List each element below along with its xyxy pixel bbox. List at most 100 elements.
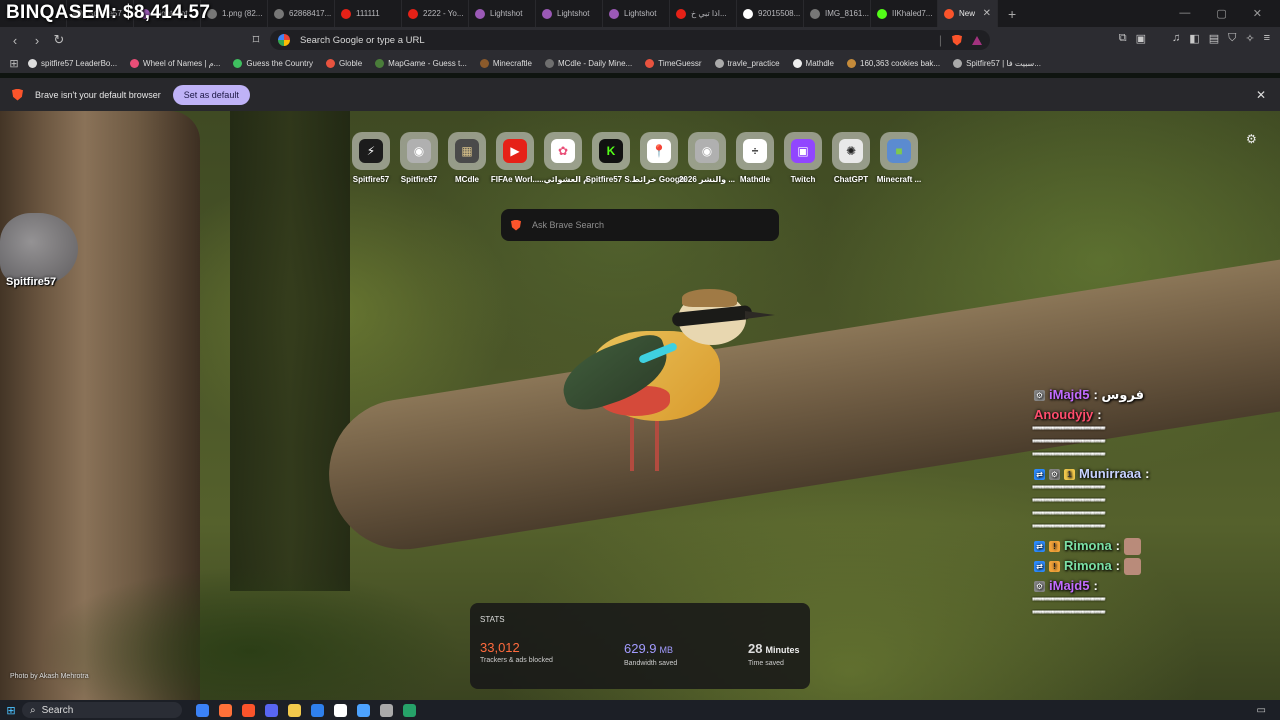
- top-site-tile[interactable]: 📍 خرائط Google: [632, 132, 686, 184]
- top-site-tile[interactable]: ◉ 2026 والنشر ...: [679, 132, 735, 184]
- menu-icon[interactable]: ≡: [1264, 32, 1270, 45]
- vpn-icon[interactable]: ⛉: [1228, 32, 1236, 45]
- brave-shields-icon[interactable]: [952, 34, 962, 46]
- chat-inline-text: :: [1115, 558, 1121, 573]
- top-site-tile[interactable]: K Spitfire57 S...: [586, 132, 636, 184]
- bookmark-item[interactable]: Minecraftle: [479, 58, 532, 68]
- tab[interactable]: IMG_8161...: [804, 0, 871, 27]
- screenshot-icon[interactable]: ▣: [1136, 32, 1146, 45]
- bookmark-item[interactable]: Spitfire57 | سبيت فا...: [953, 58, 1041, 68]
- media-icon[interactable]: ♫: [1172, 32, 1180, 45]
- bookmark-item[interactable]: Guess the Country: [233, 58, 313, 68]
- top-site-tile[interactable]: ■ Minecraft ...: [877, 132, 921, 184]
- set-as-default-button[interactable]: Set as default: [172, 84, 250, 105]
- chat-message-text: ꞌꞌꞌꞌꞌꞌꞌꞌꞌꞌꞌꞌꞌꞌꞌꞌꞌꞌꞌꞌꞌꞌꞌꞌꞌꞌꞌꞌꞌꞌꞌꞌꞌꞌꞌꞌꞌꞌꞌꞌ…: [1032, 498, 1106, 509]
- top-site-tile[interactable]: ÷ Mathdle: [736, 132, 774, 184]
- top-site-tile[interactable]: ✿ ...م العشوائي: [537, 132, 589, 184]
- chat-message-header: ⚙ iMajd5: فروس: [1030, 385, 1280, 405]
- forward-icon[interactable]: ›: [26, 33, 48, 48]
- apps-grid-icon[interactable]: ⊞: [0, 57, 28, 70]
- stream-chat-overlay: ⚙ iMajd5: فروس Anoudyjy: ꞌꞌꞌꞌꞌꞌꞌꞌꞌꞌꞌꞌꞌꞌꞌꞌꞌꞌ…: [1030, 385, 1280, 700]
- leo-ai-icon[interactable]: ✧: [1245, 32, 1254, 45]
- taskbar-search[interactable]: ⌕ Search: [22, 702, 182, 718]
- top-site-tile[interactable]: ⚡ Spitfire57: [352, 132, 390, 184]
- bookmark-item[interactable]: Globle: [326, 58, 362, 68]
- bird-leg: [655, 416, 659, 471]
- tab[interactable]: Lightshot: [536, 0, 603, 27]
- google-icon: [278, 34, 290, 46]
- time-unit: Minutes: [765, 645, 800, 655]
- notification-icon[interactable]: ▭: [1257, 705, 1266, 716]
- bookmark-item[interactable]: MCdle - Daily Mine...: [544, 58, 632, 68]
- bookmark-item[interactable]: travle_practice: [714, 58, 780, 68]
- taskbar-app-icon[interactable]: [357, 703, 370, 717]
- new-tab-button[interactable]: +: [1008, 6, 1016, 22]
- wallet-icon[interactable]: ▤: [1209, 32, 1219, 45]
- avatar: [0, 213, 78, 285]
- top-site-icon: ⚡: [352, 132, 390, 170]
- minimize-icon[interactable]: —: [1179, 7, 1190, 20]
- trackers-desc: Trackers & ads blocked: [480, 657, 553, 664]
- tab[interactable]: IIKhaled7...: [871, 0, 938, 27]
- tab[interactable]: 62868417...: [268, 0, 335, 27]
- top-site-tile[interactable]: ▶ FIFAe Worl...: [491, 132, 539, 184]
- bookmark-item[interactable]: MapGame - Guess t...: [375, 58, 467, 68]
- chat-username: Rimona: [1064, 538, 1112, 553]
- tab-favicon-icon: [609, 8, 619, 19]
- chat-message-header: ⇄ ⚙ 1 Munirraaa:: [1030, 464, 1280, 484]
- back-icon[interactable]: ‹: [4, 33, 26, 48]
- top-site-tile[interactable]: ◉ Spitfire57: [400, 132, 438, 184]
- taskbar-app-icon[interactable]: [403, 703, 416, 717]
- taskbar-app-icon[interactable]: [334, 703, 347, 717]
- trackers-value: 33,012: [480, 640, 520, 655]
- bookmark-item[interactable]: spitfire57 LeaderBo...: [28, 58, 117, 68]
- gear-icon[interactable]: ⚙: [1246, 132, 1257, 146]
- tab[interactable]: Lightshot: [603, 0, 670, 27]
- top-site-tile[interactable]: ✺ ChatGPT: [832, 132, 870, 184]
- taskbar-app-icon[interactable]: [311, 703, 324, 717]
- top-site-tile[interactable]: ▣ Twitch: [784, 132, 822, 184]
- chat-message-header: Anoudyjy:: [1030, 405, 1280, 425]
- bookmark-item[interactable]: Wheel of Names | م...: [130, 58, 220, 68]
- close-window-icon[interactable]: ✕: [1253, 7, 1262, 20]
- taskbar-app-icon[interactable]: [219, 703, 232, 717]
- tab[interactable]: New ✕: [938, 0, 998, 27]
- address-bar[interactable]: Search Google or type a URL |: [270, 30, 990, 50]
- extensions-icon[interactable]: ⧉: [1119, 32, 1127, 45]
- brave-search-box[interactable]: Ask Brave Search: [501, 209, 779, 241]
- tab[interactable]: 111111: [335, 0, 402, 27]
- bookmark-label: 160,363 cookies bak...: [860, 58, 941, 68]
- tab[interactable]: 92015508...: [737, 0, 804, 27]
- start-icon[interactable]: ⊞: [0, 704, 22, 717]
- taskbar-app-icon[interactable]: [242, 703, 255, 717]
- tab-label: 92015508...: [758, 9, 801, 18]
- reload-icon[interactable]: ↻: [48, 32, 70, 48]
- taskbar-app-icon[interactable]: [265, 703, 278, 717]
- brave-rewards-icon[interactable]: [972, 35, 982, 45]
- taskbar-app-icon[interactable]: [196, 703, 209, 717]
- tab[interactable]: 1.png (82...: [201, 0, 268, 27]
- bookmark-item[interactable]: Mathdle: [792, 58, 834, 68]
- maximize-icon[interactable]: ▢: [1216, 7, 1226, 20]
- taskbar-app-icon[interactable]: [380, 703, 393, 717]
- gear-badge-icon: ⚙: [1049, 468, 1060, 480]
- tab[interactable]: اذا تبي خ...: [670, 0, 737, 27]
- bookmark-list: spitfire57 LeaderBo... Wheel of Names | م…: [28, 58, 1054, 68]
- taskbar-app-icon[interactable]: [288, 703, 301, 717]
- close-tab-icon[interactable]: ✕: [983, 8, 991, 19]
- sidebar-icon[interactable]: ◧: [1189, 32, 1199, 45]
- tab[interactable]: 2222 - Yo...: [402, 0, 469, 27]
- tab[interactable]: Lightshot: [469, 0, 536, 27]
- bandwidth-stat: 629.9 MB Bandwidth saved: [624, 640, 748, 667]
- top-site-tile[interactable]: ▦ MCdle: [448, 132, 486, 184]
- chat-message-text: ꞌꞌꞌꞌꞌꞌꞌꞌꞌꞌꞌꞌꞌꞌꞌꞌꞌꞌꞌꞌꞌꞌꞌꞌꞌꞌꞌꞌꞌꞌꞌꞌꞌꞌꞌꞌꞌꞌꞌꞌ…: [1032, 597, 1106, 608]
- bookmark-item[interactable]: 160,363 cookies bak...: [847, 58, 941, 68]
- photo-credit[interactable]: Photo by Akash Mehrotra: [10, 673, 89, 680]
- bookmark-icon[interactable]: ⌑: [245, 32, 267, 48]
- site-logo-icon: ◉: [695, 139, 719, 163]
- chat-username: iMajd5: [1049, 578, 1090, 593]
- close-icon[interactable]: ✕: [1256, 88, 1266, 102]
- bookmark-favicon-icon: [544, 58, 554, 68]
- chat-username: Rimona: [1064, 558, 1112, 573]
- bookmark-item[interactable]: TimeGuessr: [645, 58, 702, 68]
